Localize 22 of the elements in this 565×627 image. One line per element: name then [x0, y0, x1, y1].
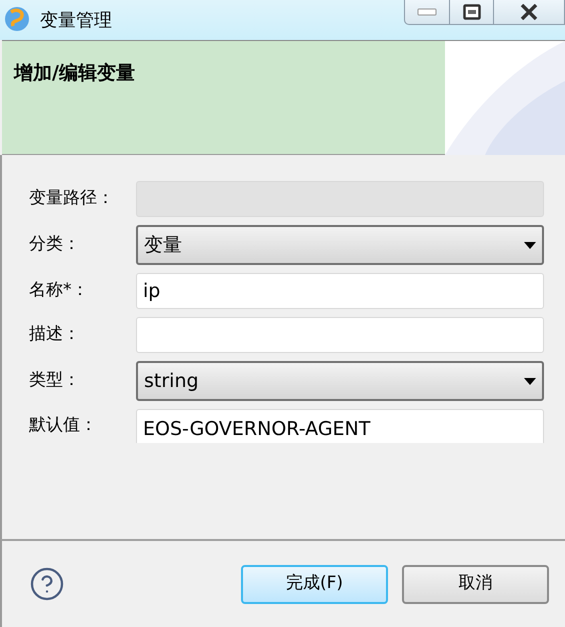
window-title: 变量管理 [40, 9, 112, 33]
maximize-icon [462, 4, 480, 20]
input-field[interactable]: EOS-GOVERNOR-AGENT [136, 409, 544, 443]
field-label: 描述： [29, 323, 81, 346]
input-field[interactable]: ip [136, 273, 544, 309]
field-label: 类型： [29, 369, 81, 392]
dialog-button[interactable]: 取消 [402, 564, 549, 604]
header-title: 增加/编辑变量 [14, 62, 135, 84]
app-logo-icon [4, 6, 30, 32]
help-icon[interactable] [29, 566, 65, 602]
field-label: 变量路径： [29, 187, 115, 210]
caret-icon [524, 378, 536, 384]
dropdown[interactable]: 变量 [136, 225, 544, 265]
dialog-button[interactable]: 完成(F) [241, 564, 388, 604]
minimize-icon [417, 8, 437, 16]
caret-icon [524, 242, 536, 248]
dropdown[interactable]: string [136, 361, 544, 401]
input-field[interactable] [136, 317, 544, 353]
close-icon [520, 4, 538, 20]
field-label: 默认值： [29, 414, 98, 438]
field-label: 分类： [29, 233, 81, 256]
field-label: 名称*： [29, 279, 90, 302]
